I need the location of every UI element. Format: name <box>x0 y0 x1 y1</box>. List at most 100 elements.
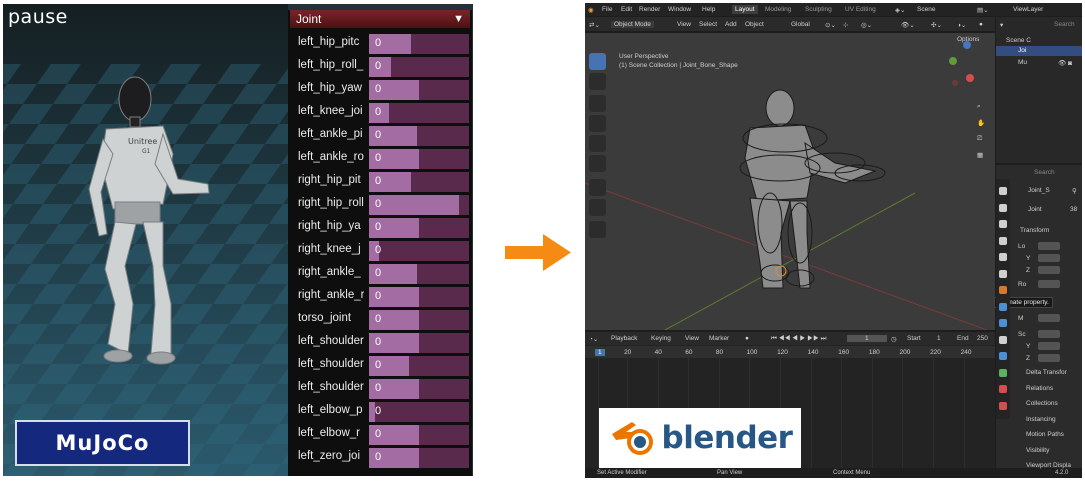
properties-section-header[interactable]: Visibility <box>1026 447 1049 454</box>
joint-slider[interactable]: 0 <box>369 34 469 54</box>
menu-window[interactable]: Window <box>668 6 691 13</box>
properties-tab-icon[interactable] <box>999 385 1007 393</box>
overlay-icon[interactable]: ◑⌄ <box>957 21 966 29</box>
playback-controls[interactable]: ⏮ ◀◀ ◀ ▶ ▶▶ ⏭ <box>771 335 827 343</box>
outliner-item-scene-collection[interactable]: Scene C <box>1006 37 1031 44</box>
joint-slider[interactable]: 0 <box>369 425 469 445</box>
joint-slider[interactable]: 0 <box>369 287 469 307</box>
joint-slider[interactable]: 0 <box>369 218 469 238</box>
proportional-edit-icon[interactable]: ◎⌄ <box>861 21 872 29</box>
properties-section-header[interactable]: Motion Paths <box>1026 431 1064 438</box>
joint-slider[interactable]: 0 <box>369 402 469 422</box>
properties-tab-icon[interactable] <box>999 302 1007 311</box>
joint-slider[interactable]: 0 <box>369 57 469 77</box>
menu-render[interactable]: Render <box>639 6 660 13</box>
joint-slider[interactable]: 0 <box>369 241 469 261</box>
zoom-icon[interactable]: ⌕ <box>977 103 981 111</box>
transform-value-field[interactable] <box>1038 354 1060 362</box>
data-name-field[interactable]: Joint <box>1028 206 1042 213</box>
gizmo-icon[interactable]: ✣⌄ <box>931 21 942 29</box>
transform-value-field[interactable] <box>1038 342 1060 350</box>
menu-add[interactable]: Add <box>725 21 737 28</box>
properties-tab-icon[interactable] <box>999 335 1007 344</box>
properties-tab-icon[interactable] <box>999 220 1007 228</box>
rotate-tool-icon[interactable] <box>589 115 606 132</box>
pan-hand-icon[interactable]: ✋ <box>977 119 985 127</box>
menu-select[interactable]: Select <box>699 21 717 28</box>
properties-tab-icon[interactable] <box>999 401 1007 410</box>
clock-icon[interactable]: ◷ <box>891 335 897 343</box>
data-users-count[interactable]: 38 <box>1070 206 1077 213</box>
properties-tab-icon[interactable] <box>999 253 1007 261</box>
properties-tab-icon[interactable] <box>999 319 1007 327</box>
properties-section-header[interactable]: Instancing <box>1026 416 1056 423</box>
outliner-search[interactable]: Search <box>1054 21 1075 28</box>
move-tool-icon[interactable] <box>589 95 606 112</box>
properties-section-header[interactable]: Viewport Displa <box>1026 462 1071 469</box>
joint-slider[interactable]: 0 <box>369 333 469 353</box>
transform-value-field[interactable] <box>1038 330 1060 338</box>
transform-value-field[interactable] <box>1038 254 1060 262</box>
menu-playback[interactable]: Playback <box>611 335 637 342</box>
properties-section-header[interactable]: Delta Transfor <box>1026 369 1067 376</box>
3d-viewport[interactable]: User Perspective (1) Scene Collection | … <box>585 33 995 330</box>
end-frame-field[interactable]: 250 <box>977 335 988 342</box>
transform-value-field[interactable] <box>1038 266 1060 274</box>
scene-icon[interactable]: ◈⌄ <box>895 6 905 14</box>
properties-tab-icon[interactable] <box>999 352 1007 360</box>
transform-tool-icon[interactable] <box>589 155 606 172</box>
properties-tab-icon[interactable] <box>999 368 1007 377</box>
eye-icon[interactable]: 👁 ◙ <box>1058 59 1072 67</box>
collapse-triangle-icon[interactable]: ▼ <box>453 10 464 28</box>
options-dropdown[interactable]: Options <box>957 36 979 43</box>
scene-name[interactable]: Scene <box>917 6 935 13</box>
add-cube-tool-icon[interactable] <box>589 221 606 238</box>
joint-slider[interactable]: 0 <box>369 356 469 376</box>
joint-slider[interactable]: 0 <box>369 310 469 330</box>
joint-slider[interactable]: 0 <box>369 172 469 192</box>
grid-icon[interactable]: ▦ <box>977 151 983 159</box>
mujoco-scene[interactable]: Unitree G1 <box>3 4 288 476</box>
menu-keying[interactable]: Keying <box>651 335 671 342</box>
transform-value-field[interactable] <box>1038 242 1060 250</box>
joint-slider[interactable]: 0 <box>369 80 469 100</box>
object-name-field[interactable]: Joint_S <box>1028 187 1050 194</box>
camera-icon[interactable]: ⎚ <box>977 135 982 143</box>
properties-tab-icon[interactable] <box>999 203 1007 212</box>
joint-slider[interactable]: 0 <box>369 103 469 123</box>
shading-solid-icon[interactable]: ● <box>979 21 983 28</box>
properties-tab-icon[interactable] <box>999 187 1007 195</box>
menu-view-timeline[interactable]: View <box>685 335 699 342</box>
annotate-tool-icon[interactable] <box>589 179 606 196</box>
menu-file[interactable]: File <box>602 6 612 13</box>
tab-sculpting[interactable]: Sculpting <box>805 6 832 13</box>
timeline-ruler[interactable]: 1 20 40 60 80 100 120 140 160 180 200 220 240 <box>585 346 995 358</box>
select-box-tool-icon[interactable] <box>589 53 606 70</box>
menu-view[interactable]: View <box>677 21 691 28</box>
joint-slider[interactable]: 0 <box>369 379 469 399</box>
visibility-icon[interactable]: 👁⌄ <box>901 21 915 29</box>
properties-section-header[interactable]: Collections <box>1026 400 1058 407</box>
transform-value-field[interactable] <box>1038 314 1060 322</box>
transform-orientation-dropdown[interactable]: Global <box>791 21 810 28</box>
snap-icon[interactable]: ⊹ <box>843 21 848 29</box>
outliner-item-joint[interactable]: Joi <box>1018 47 1026 54</box>
joint-panel-header[interactable]: Joint ▼ <box>290 10 470 28</box>
cursor-tool-icon[interactable] <box>589 73 606 90</box>
record-icon[interactable]: ● <box>745 335 749 342</box>
menu-object[interactable]: Object <box>745 21 764 28</box>
pin-icon[interactable]: ⚲ <box>1072 187 1077 195</box>
editor-type-icon[interactable]: ⇄⌄ <box>589 21 600 29</box>
outliner-filter-icon[interactable]: ▾ <box>1000 21 1003 29</box>
pivot-icon[interactable]: ⊙⌄ <box>825 21 836 29</box>
tab-layout[interactable]: Layout <box>732 5 758 14</box>
tab-modeling[interactable]: Modeling <box>765 6 791 13</box>
menu-edit[interactable]: Edit <box>621 6 632 13</box>
joint-slider[interactable]: 0 <box>369 448 469 468</box>
menu-help[interactable]: Help <box>702 6 715 13</box>
view-layer-name[interactable]: ViewLayer <box>1013 6 1043 13</box>
current-frame-field[interactable]: 1 <box>847 335 887 342</box>
outliner-row-selected[interactable] <box>996 46 1082 56</box>
transform-value-field[interactable] <box>1038 280 1060 288</box>
properties-tab-icon[interactable] <box>999 269 1007 278</box>
